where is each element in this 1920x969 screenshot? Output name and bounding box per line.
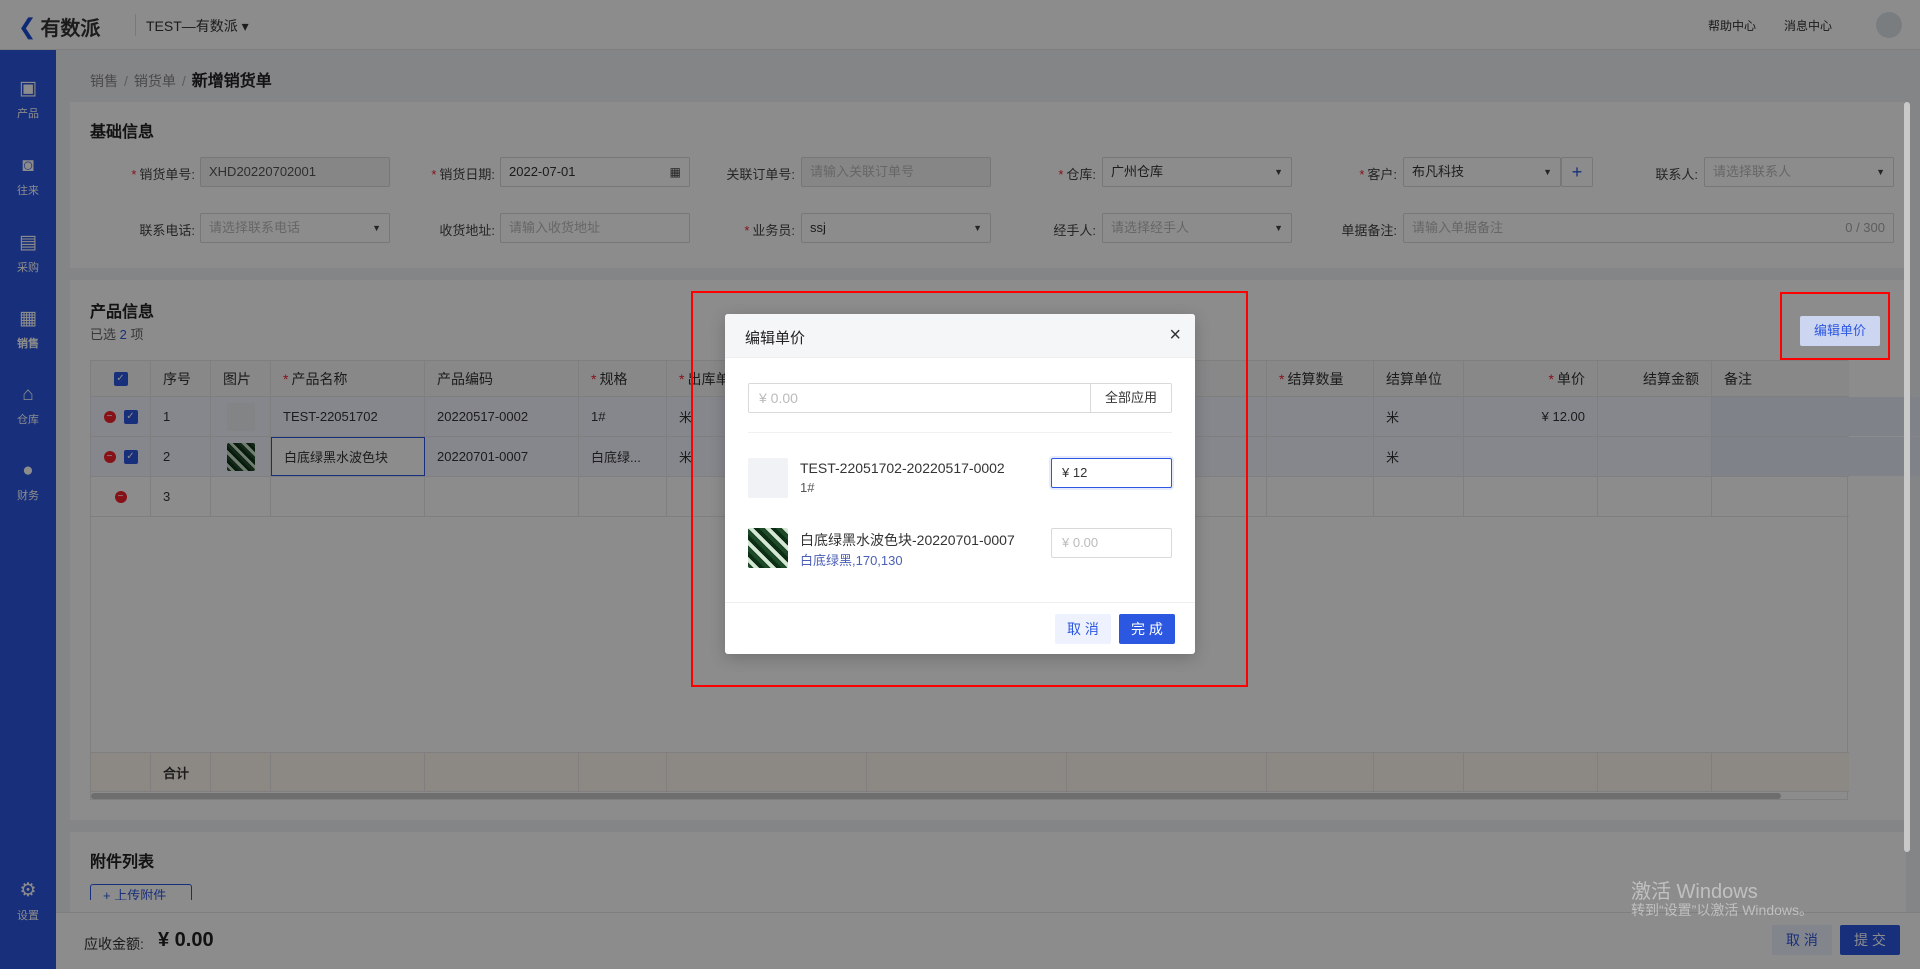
annotation-highlight-box — [1780, 292, 1890, 360]
unit-price-input[interactable]: ¥ 0.00 — [1051, 528, 1172, 558]
dialog-footer: 取 消 完 成 — [725, 602, 1195, 654]
apply-all-button[interactable]: 全部应用 — [1090, 383, 1172, 413]
dialog-title: 编辑单价 — [745, 330, 806, 347]
product-thumbnail — [748, 528, 788, 568]
close-icon[interactable]: × — [1169, 323, 1181, 347]
divider — [748, 432, 1172, 433]
vertical-scrollbar[interactable] — [1904, 102, 1910, 852]
price-item: 白底绿黑水波色块-20220701-0007 白底绿黑,170,130 ¥ 0.… — [748, 524, 1172, 572]
product-name: TEST-22051702-20220517-0002 — [800, 460, 1005, 476]
watermark-subtitle: 转到“设置”以激活 Windows。 — [1631, 902, 1814, 918]
product-name: 白底绿黑水波色块-20220701-0007 — [800, 532, 1015, 548]
price-item: TEST-22051702-20220517-0002 1# ¥ 12 — [748, 454, 1172, 502]
dialog-confirm-button[interactable]: 完 成 — [1119, 614, 1175, 644]
dialog-cancel-button[interactable]: 取 消 — [1055, 614, 1111, 644]
edit-price-dialog: 编辑单价 × ¥ 0.00 全部应用 TEST-22051702-2022051… — [725, 314, 1195, 654]
dialog-header: 编辑单价 × — [725, 314, 1195, 358]
unit-price-input[interactable]: ¥ 12 — [1051, 458, 1172, 488]
product-thumbnail — [748, 458, 788, 498]
product-spec: 白底绿黑,170,130 — [800, 553, 903, 568]
batch-price-input[interactable]: ¥ 0.00 — [748, 383, 1091, 413]
product-spec: 1# — [800, 480, 815, 495]
